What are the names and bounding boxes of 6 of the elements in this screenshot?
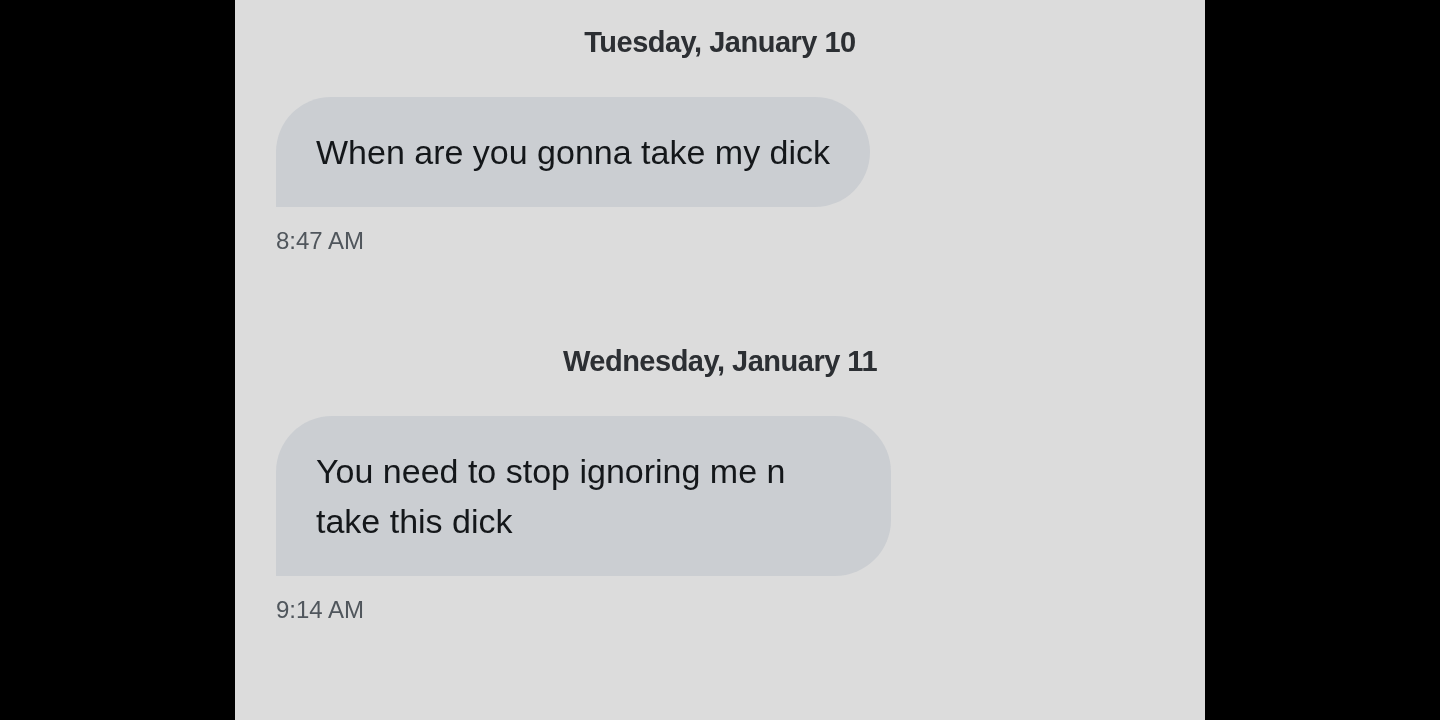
- message-bubble: You need to stop ignoring me n take this dick: [276, 416, 891, 576]
- date-header: Tuesday, January 10: [584, 26, 856, 59]
- message-time: 8:47 AM: [276, 227, 365, 255]
- message-bubble: When are you gonna take my dick: [276, 97, 871, 207]
- message-time: 9:14 AM: [276, 596, 365, 624]
- date-header: Wednesday, January 11: [562, 345, 877, 378]
